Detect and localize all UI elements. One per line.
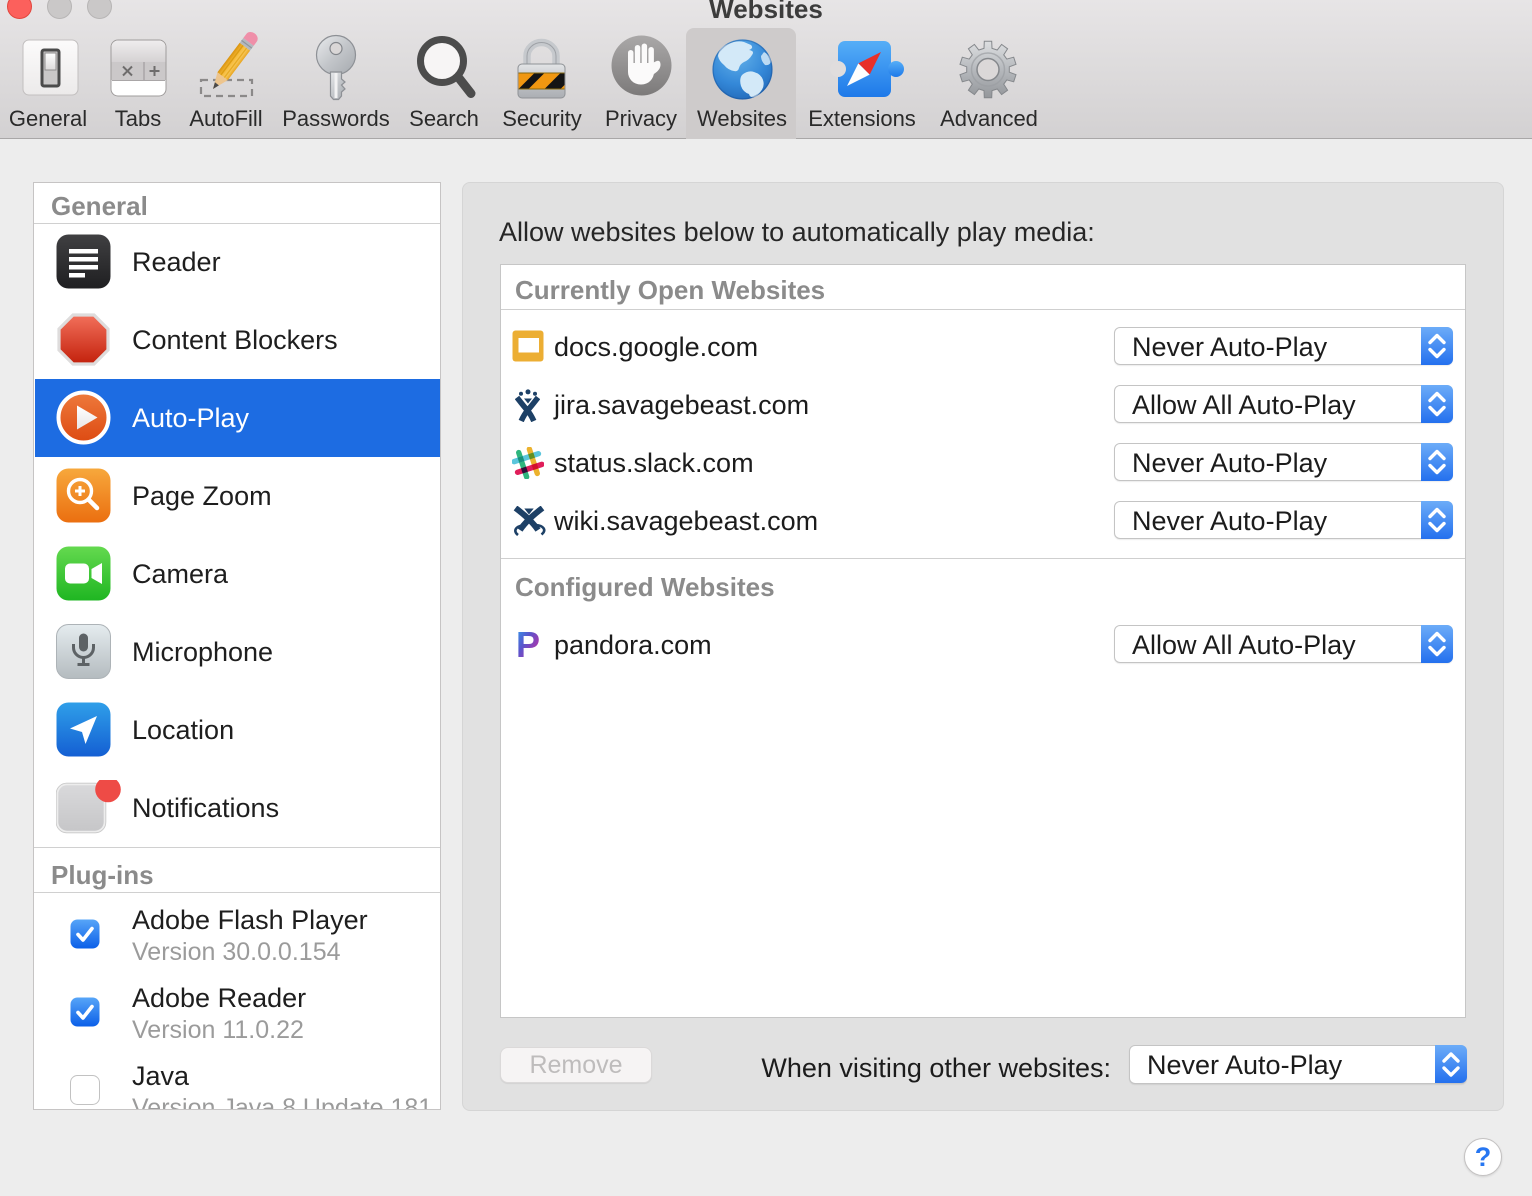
svg-text:P: P xyxy=(517,630,540,658)
